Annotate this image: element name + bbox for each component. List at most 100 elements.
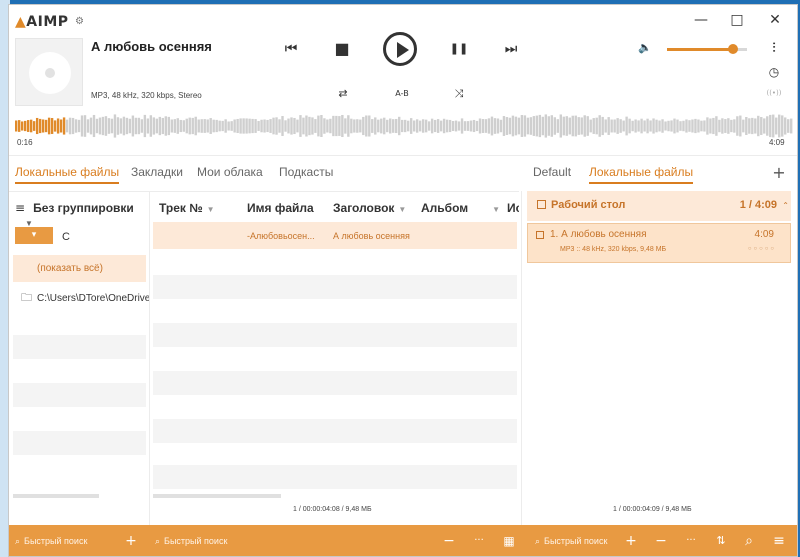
- waveform-bar: [65, 119, 69, 133]
- waveform-bar: [251, 118, 254, 134]
- tab-playlist-default[interactable]: Default: [533, 165, 571, 179]
- tab-local-files[interactable]: Локальные файлы: [15, 165, 120, 184]
- playlist-menu-button[interactable]: ≡: [771, 533, 787, 549]
- waveform-bar: [757, 115, 760, 137]
- waveform-bar: [332, 115, 335, 137]
- left-panel-scrollbar[interactable]: [13, 494, 99, 498]
- stop-button[interactable]: ■: [332, 39, 352, 58]
- playlist-more-button[interactable]: ···: [683, 533, 699, 549]
- sort-icon[interactable]: ⇅: [713, 533, 729, 549]
- next-track-button[interactable]: ⏭: [501, 41, 521, 57]
- table-scrollbar[interactable]: [153, 494, 281, 498]
- waveform-bar: [778, 114, 781, 138]
- waveform-bar: [392, 119, 395, 133]
- waveform-bar: [152, 117, 156, 135]
- close-button[interactable]: ✕: [765, 12, 785, 30]
- waveform-bar: [454, 120, 458, 132]
- tab-playlist-local-files[interactable]: Локальные файлы: [589, 165, 694, 184]
- waveform-bar: [311, 117, 314, 135]
- column-artist[interactable]: Ис: [507, 201, 519, 215]
- waveform-bar: [487, 118, 491, 134]
- playlist-search-button[interactable]: ⌕: [741, 533, 757, 549]
- item-checkbox[interactable]: [536, 231, 544, 239]
- view-grid-button[interactable]: ▦: [501, 533, 517, 549]
- previous-track-button[interactable]: ⏮: [281, 41, 301, 57]
- more-options-button[interactable]: ···: [471, 533, 487, 549]
- waveform-bar: [685, 119, 688, 133]
- waveform-bar: [649, 120, 652, 132]
- waveform-bar: [329, 118, 332, 134]
- volume-slider[interactable]: [667, 44, 747, 54]
- waveform-bar: [299, 115, 302, 137]
- add-folder-button[interactable]: +: [123, 533, 139, 549]
- minimize-button[interactable]: —: [691, 12, 711, 30]
- folder-item[interactable]: 🗀 C:\Users\DTore\OneDrive: [21, 289, 149, 308]
- column-album[interactable]: Альбом ▼: [421, 201, 500, 215]
- waveform-played-bar: [38, 118, 42, 134]
- remove-button[interactable]: −: [441, 533, 457, 549]
- waveform-bar: [266, 119, 269, 133]
- column-title[interactable]: Заголовок ▼: [333, 201, 406, 215]
- waveform-bar: [502, 116, 506, 136]
- waveform-bar: [529, 117, 533, 135]
- playlist-item-duration: 4:09: [754, 229, 774, 240]
- maximize-button[interactable]: □: [727, 12, 747, 30]
- waveform-bar: [412, 120, 416, 132]
- waveform-played-bar: [41, 119, 45, 133]
- waveform-bar: [532, 116, 536, 136]
- volume-knob[interactable]: [727, 44, 738, 54]
- repeat-icon[interactable]: ⇄: [335, 87, 351, 100]
- play-button[interactable]: [383, 32, 417, 66]
- waveform-bar: [296, 119, 299, 133]
- group-checkbox[interactable]: [537, 200, 546, 209]
- settings-gear-icon[interactable]: ⚙: [75, 16, 84, 27]
- waveform-bar: [170, 119, 173, 133]
- collapse-icon[interactable]: ⌃: [782, 201, 789, 210]
- quick-search-input-groups[interactable]: ⌕ Быстрый поиск: [15, 525, 119, 556]
- shuffle-icon[interactable]: ⤨: [451, 87, 467, 101]
- waveform-seekbar[interactable]: [15, 111, 793, 141]
- waveform-bar: [481, 119, 485, 133]
- waveform-bar: [433, 119, 437, 133]
- waveform-bar: [254, 119, 257, 133]
- pause-button[interactable]: ❚❚: [449, 42, 469, 55]
- filter-icon: ▼: [206, 205, 215, 214]
- equalizer-icon[interactable]: ⫶: [766, 41, 782, 56]
- clock-icon[interactable]: ◷: [766, 65, 782, 79]
- tab-bookmarks[interactable]: Закладки: [131, 165, 183, 179]
- album-cover[interactable]: [15, 38, 83, 106]
- volume-icon[interactable]: 🔈: [637, 41, 653, 54]
- tab-podcasts[interactable]: Подкасты: [279, 165, 333, 179]
- waveform-bar: [269, 119, 272, 133]
- waveform-bar: [188, 117, 191, 135]
- filter-icon: ▼: [492, 205, 501, 214]
- grouping-selector[interactable]: ≡ Без группировки ▼: [15, 201, 149, 228]
- waveform-bar: [149, 115, 153, 137]
- app-logo[interactable]: ▲AIMP: [15, 14, 69, 30]
- quick-search-input-files[interactable]: ⌕ Быстрый поиск: [155, 525, 315, 556]
- folder-icon: 🗀: [21, 292, 32, 304]
- library-status: 1 / 00:00:04:08 / 9,48 МБ: [293, 506, 372, 513]
- show-all-item[interactable]: (показать всё): [13, 255, 146, 282]
- ab-repeat-button[interactable]: A-B: [391, 89, 413, 98]
- bottom-toolbar: ⌕ Быстрый поиск + ⌕ Быстрый поиск − ··· ▦ …: [9, 525, 797, 556]
- tab-my-clouds[interactable]: Мои облака: [197, 165, 263, 179]
- waveform-bar: [341, 114, 344, 138]
- broadcast-icon[interactable]: ((•)): [762, 89, 786, 97]
- column-filename[interactable]: Имя файла: [247, 201, 314, 215]
- column-track-number[interactable]: Трек № ▼: [159, 201, 215, 215]
- rating-stars[interactable]: ○○○○○: [748, 246, 776, 252]
- quick-search-input-playlist[interactable]: ⌕ Быстрый поиск: [535, 525, 625, 556]
- add-playlist-button[interactable]: +: [771, 163, 787, 182]
- playlist-group-header[interactable]: Рабочий стол 1 / 4:09 ⌃: [527, 191, 791, 221]
- waveform-bar: [167, 116, 170, 136]
- drive-filter-chip[interactable]: ▾: [15, 227, 53, 244]
- waveform-bar: [742, 119, 745, 133]
- waveform-bar: [116, 117, 120, 135]
- playlist-item[interactable]: 1. А любовь осенняя 4:09 MP3 :: 48 kHz, …: [527, 223, 791, 263]
- remove-from-playlist-button[interactable]: −: [653, 533, 669, 549]
- add-to-playlist-button[interactable]: +: [623, 533, 639, 549]
- waveform-bar: [505, 117, 509, 135]
- waveform-bar: [484, 119, 488, 133]
- waveform-bar: [637, 120, 640, 132]
